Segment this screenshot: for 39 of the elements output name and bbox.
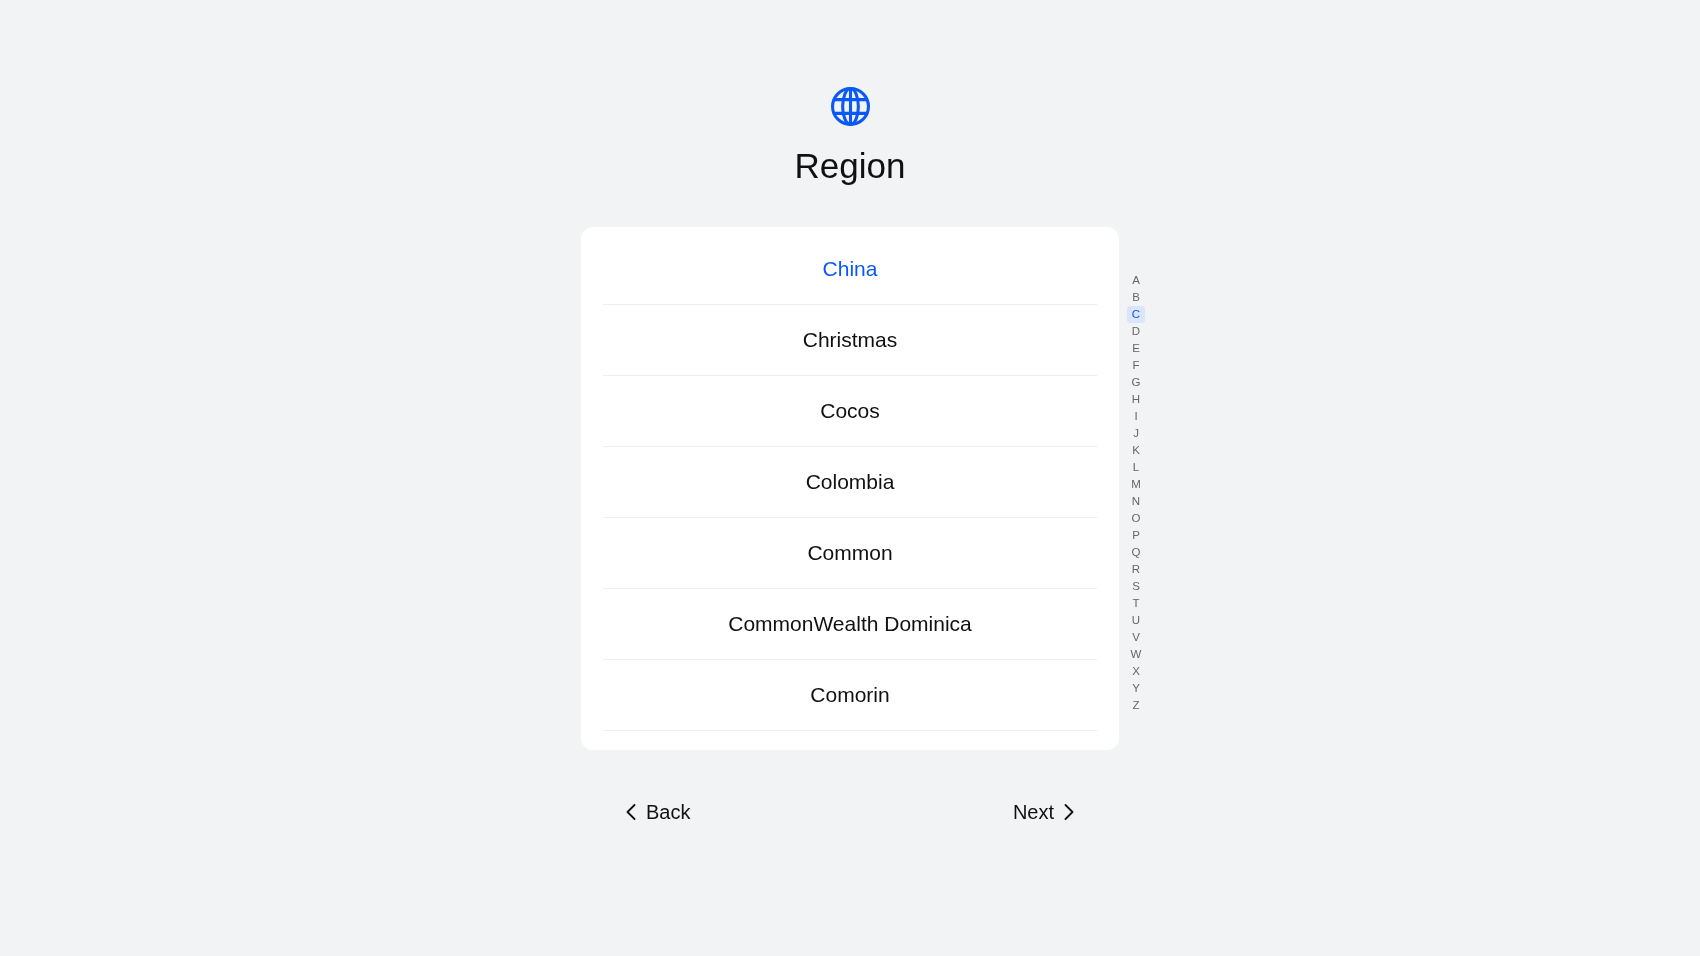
region-option[interactable]: CommonWealth Dominica — [603, 589, 1097, 660]
index-letter[interactable]: N — [1127, 493, 1145, 510]
region-option[interactable]: Cocos — [603, 376, 1097, 447]
index-letter[interactable]: C — [1127, 306, 1145, 323]
index-letter[interactable]: E — [1127, 340, 1145, 357]
index-letter[interactable]: V — [1127, 629, 1145, 646]
region-option[interactable]: China — [603, 234, 1097, 305]
index-letter[interactable]: F — [1127, 357, 1145, 374]
chevron-right-icon — [1064, 804, 1074, 820]
page-title: Region — [794, 145, 906, 187]
chevron-left-icon — [626, 804, 636, 820]
index-letter[interactable]: A — [1127, 272, 1145, 289]
index-letter[interactable]: Q — [1127, 544, 1145, 561]
index-letter[interactable]: K — [1127, 442, 1145, 459]
index-letter[interactable]: R — [1127, 561, 1145, 578]
globe-icon — [830, 87, 870, 126]
region-option[interactable]: Colombia — [603, 447, 1097, 518]
index-letter[interactable]: B — [1127, 289, 1145, 306]
index-letter[interactable]: Y — [1127, 680, 1145, 697]
index-letter[interactable]: W — [1127, 646, 1145, 663]
index-letter[interactable]: H — [1127, 391, 1145, 408]
index-letter[interactable]: P — [1127, 527, 1145, 544]
index-letter[interactable]: J — [1127, 425, 1145, 442]
next-button[interactable]: Next — [1004, 792, 1082, 832]
index-letter[interactable]: Z — [1127, 697, 1145, 714]
index-letter[interactable]: G — [1127, 374, 1145, 391]
index-letter[interactable]: T — [1127, 595, 1145, 612]
index-letter[interactable]: O — [1127, 510, 1145, 527]
index-letter[interactable]: X — [1127, 663, 1145, 680]
index-letter[interactable]: M — [1127, 476, 1145, 493]
index-letter[interactable]: L — [1127, 459, 1145, 476]
index-letter[interactable]: S — [1127, 578, 1145, 595]
index-letter[interactable]: D — [1127, 323, 1145, 340]
region-option[interactable]: Comorin — [603, 660, 1097, 731]
index-letter[interactable]: I — [1127, 408, 1145, 425]
region-option[interactable]: Christmas — [603, 305, 1097, 376]
region-option[interactable]: Common — [603, 518, 1097, 589]
index-letter[interactable]: U — [1127, 612, 1145, 629]
back-button[interactable]: Back — [618, 792, 699, 832]
